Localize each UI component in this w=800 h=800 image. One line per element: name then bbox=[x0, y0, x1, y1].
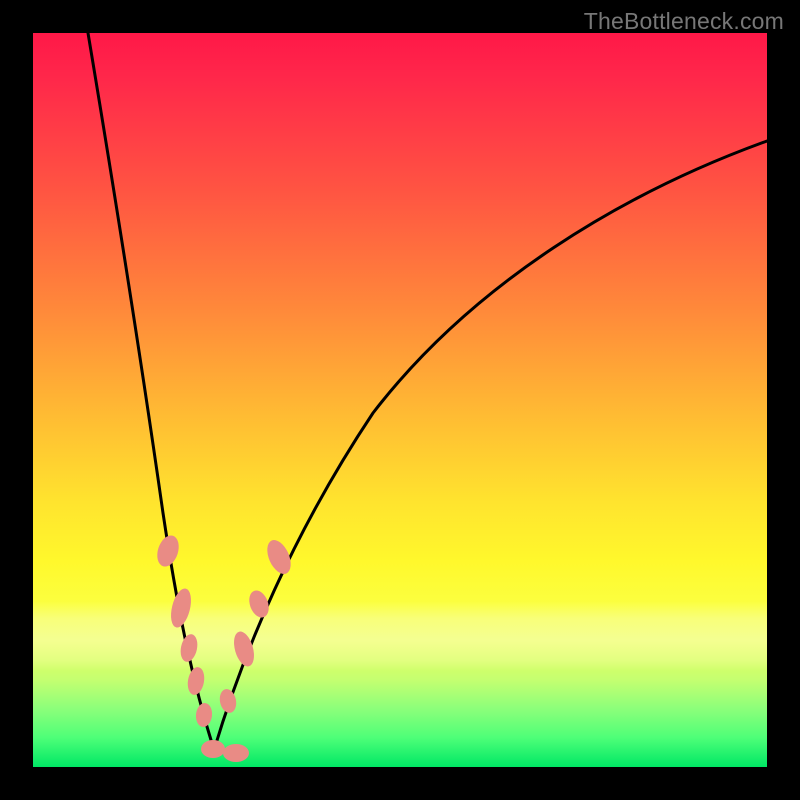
marker-m8 bbox=[218, 688, 239, 715]
marker-m5 bbox=[195, 702, 213, 728]
marker-m10 bbox=[246, 588, 272, 620]
marker-m6 bbox=[201, 740, 225, 758]
markers-group bbox=[154, 533, 296, 762]
marker-m7 bbox=[223, 744, 249, 762]
marker-m3 bbox=[178, 633, 199, 664]
curve-right-path bbox=[214, 141, 767, 750]
marker-m2 bbox=[167, 586, 194, 629]
chart-frame bbox=[33, 33, 767, 767]
chart-svg bbox=[33, 33, 767, 767]
watermark-text: TheBottleneck.com bbox=[584, 8, 784, 35]
marker-m4 bbox=[186, 666, 207, 696]
marker-m1 bbox=[154, 533, 183, 570]
